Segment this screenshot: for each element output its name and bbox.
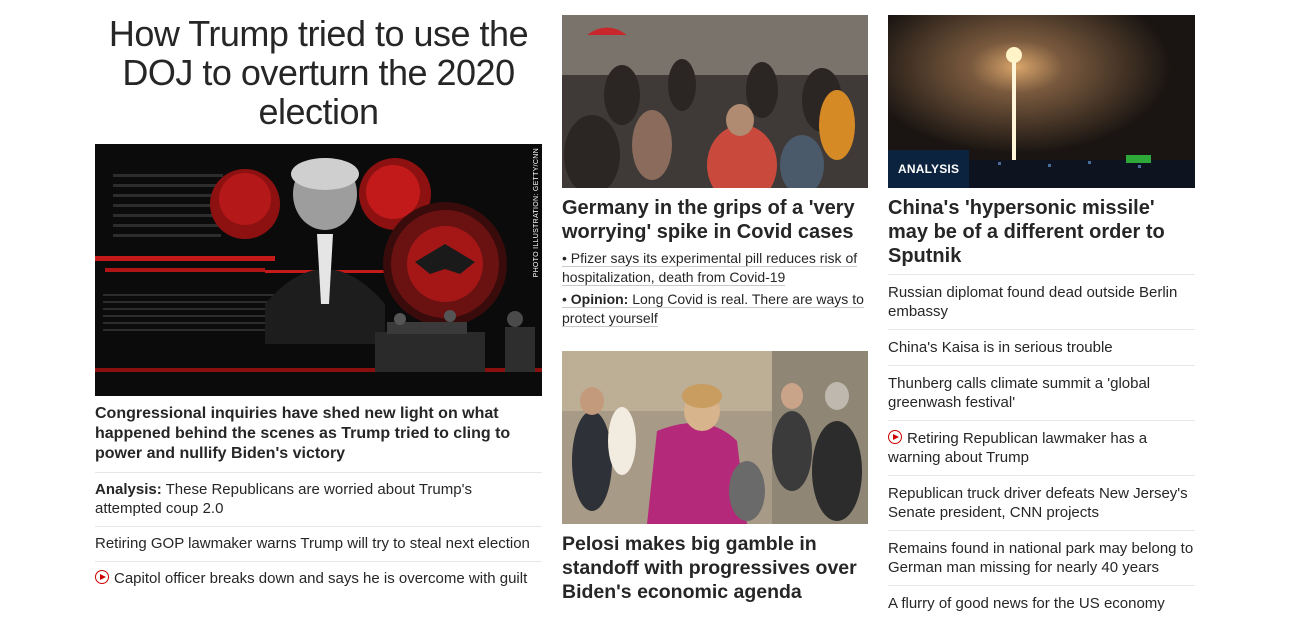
missile-headline[interactable]: China's 'hypersonic missile' may be of a…: [888, 196, 1195, 268]
germany-covid-image[interactable]: [562, 15, 868, 188]
germany-headline[interactable]: Germany in the grips of a 'very worrying…: [562, 196, 868, 244]
hero-story: How Trump tried to use the DOJ to overtu…: [95, 0, 542, 596]
hero-caption-link[interactable]: Congressional inquiries have shed new li…: [95, 404, 542, 473]
pelosi-image[interactable]: [562, 351, 868, 524]
hero-related-list: Analysis: These Republicans are worried …: [95, 473, 542, 596]
list-item[interactable]: Retiring GOP lawmaker warns Trump will t…: [95, 527, 542, 562]
item-text: Remains found in national park may belon…: [888, 540, 1194, 576]
list-item[interactable]: A flurry of good news for the US economy: [888, 586, 1195, 621]
analysis-badge: ANALYSIS: [888, 150, 970, 188]
right-column: ANALYSIS China's 'hypersonic missile' ma…: [888, 15, 1195, 621]
list-item[interactable]: Retiring Republican lawmaker has a warni…: [888, 421, 1195, 476]
sub-link-prefix: Opinion:: [570, 291, 629, 307]
list-item[interactable]: Russian diplomat found dead outside Berl…: [888, 275, 1195, 330]
item-text: Retiring Republican lawmaker has a warni…: [888, 430, 1148, 466]
sub-link-text: Pfizer says its experimental pill reduce…: [562, 250, 858, 285]
sub-link[interactable]: • Opinion: Long Covid is real. There are…: [562, 290, 868, 328]
item-text: Retiring GOP lawmaker warns Trump will t…: [95, 535, 530, 552]
item-text: China's Kaisa is in serious trouble: [888, 339, 1113, 356]
list-item[interactable]: Thunberg calls climate summit a 'global …: [888, 366, 1195, 421]
middle-column: Germany in the grips of a 'very worrying…: [562, 15, 868, 604]
list-item[interactable]: Capitol officer breaks down and says he …: [95, 562, 542, 596]
list-item[interactable]: Remains found in national park may belon…: [888, 531, 1195, 586]
item-text: Republican truck driver defeats New Jers…: [888, 485, 1188, 521]
item-text: Capitol officer breaks down and says he …: [114, 570, 528, 587]
list-item[interactable]: China's Kaisa is in serious trouble: [888, 330, 1195, 366]
right-headline-list: Russian diplomat found dead outside Berl…: [888, 274, 1195, 621]
item-text: Thunberg calls climate summit a 'global …: [888, 375, 1151, 411]
play-video-icon: [888, 430, 902, 444]
item-text: Russian diplomat found dead outside Berl…: [888, 284, 1178, 320]
list-item[interactable]: Republican truck driver defeats New Jers…: [888, 476, 1195, 531]
hero-headline[interactable]: How Trump tried to use the DOJ to overtu…: [95, 14, 542, 131]
sub-link[interactable]: • Pfizer says its experimental pill redu…: [562, 249, 868, 287]
list-item[interactable]: Analysis: These Republicans are worried …: [95, 473, 542, 527]
item-prefix: Analysis:: [95, 481, 162, 498]
hero-image[interactable]: PHOTO ILLUSTRATION: GETTY/CNN: [95, 144, 542, 396]
play-video-icon: [95, 570, 109, 584]
item-text: A flurry of good news for the US economy: [888, 595, 1165, 612]
image-credit: PHOTO ILLUSTRATION: GETTY/CNN: [533, 148, 540, 278]
pelosi-headline[interactable]: Pelosi makes big gamble in standoff with…: [562, 532, 868, 604]
missile-image[interactable]: ANALYSIS: [888, 15, 1195, 188]
